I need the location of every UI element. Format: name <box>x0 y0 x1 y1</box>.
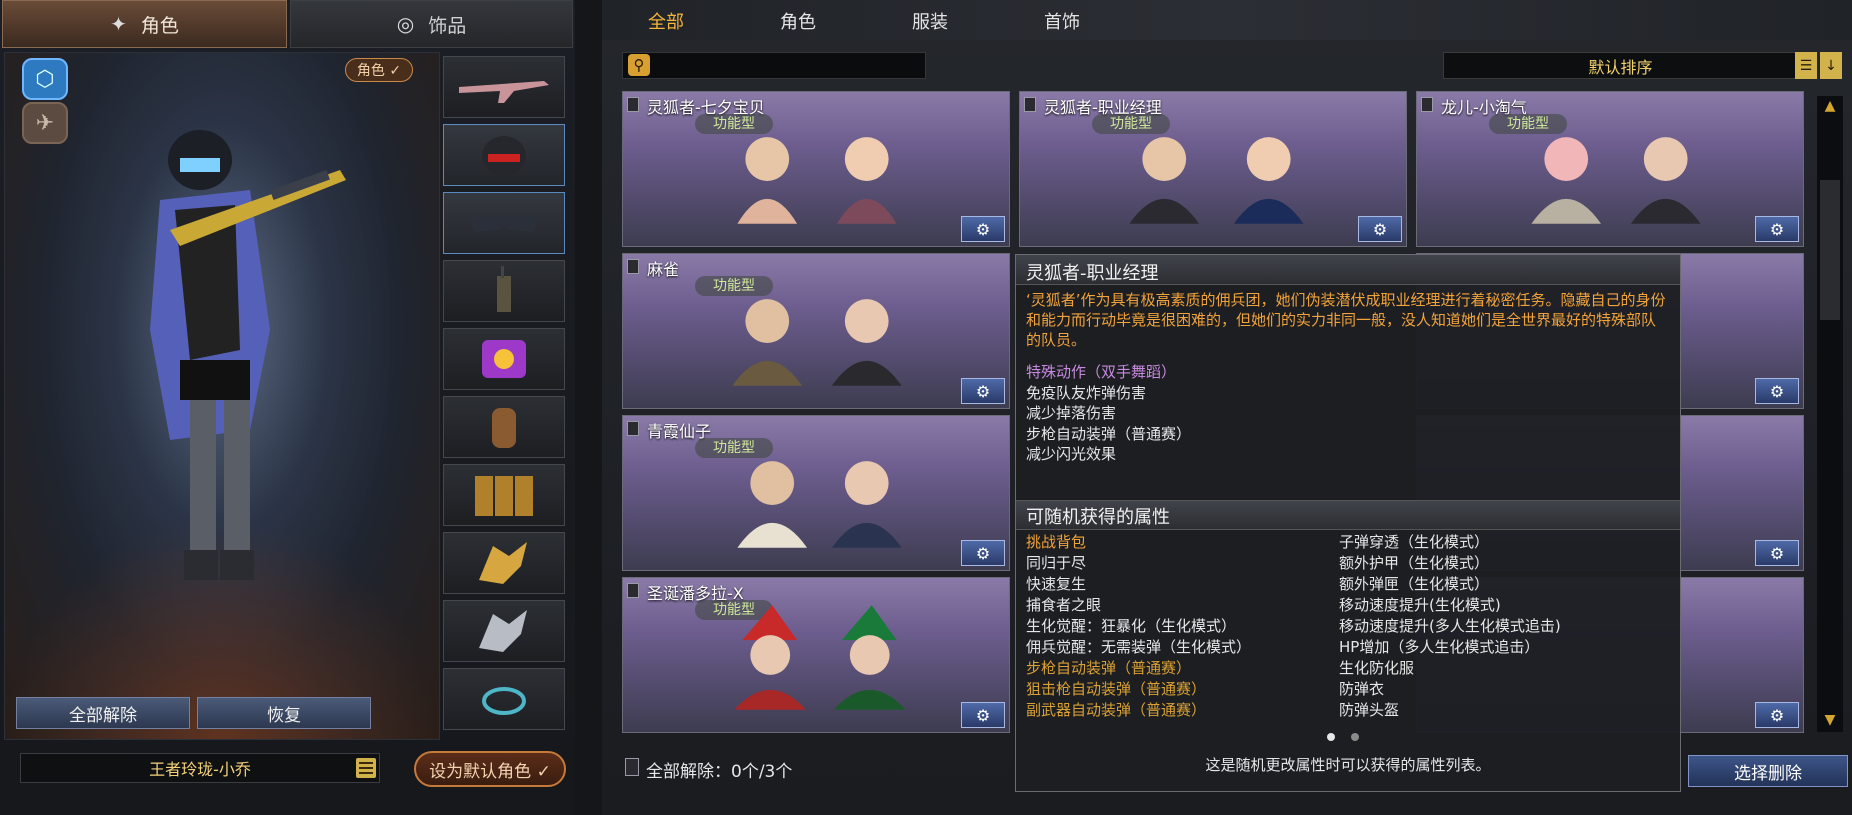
role-badge: 角色 ✓ <box>345 58 413 82</box>
random-attr-item: 挑战背包 <box>1026 533 1087 551</box>
bookmark-icon <box>625 758 639 776</box>
unequip-count-status: 全部解除：0个/3个 <box>646 762 793 782</box>
random-attr-item: 步枪自动装弹（普通赛） <box>1026 659 1192 677</box>
settings-button[interactable]: ⚙ <box>961 216 1005 242</box>
random-attr-item: 捕食者之眼 <box>1026 596 1102 614</box>
scroll-up-arrow-icon[interactable]: ▲ <box>1820 96 1840 116</box>
set-default-role-button[interactable]: 设为默认角色 ✓ <box>414 751 566 787</box>
ring-icon: ◎ <box>396 12 415 36</box>
random-attr-item: 额外护甲（生化模式） <box>1339 554 1490 572</box>
tooltip-title: 灵狐者-职业经理 <box>1026 263 1159 284</box>
page-dot[interactable] <box>1351 733 1359 741</box>
random-attr-title: 可随机获得的属性 <box>1026 507 1170 528</box>
settings-button[interactable]: ⚙ <box>961 540 1005 566</box>
mode-icon-eagle[interactable]: ✈ <box>22 102 68 144</box>
special-action: 特殊动作（双手舞蹈） <box>1026 363 1177 381</box>
character-portrait <box>1531 137 1701 224</box>
slot-gold-wolf[interactable] <box>443 532 565 594</box>
bookmark-icon[interactable] <box>627 421 639 436</box>
feature-item: 减少掉落伤害 <box>1026 404 1117 422</box>
character-portrait <box>1129 137 1304 224</box>
unequip-all-button[interactable]: 全部解除 <box>16 697 190 729</box>
tab-all[interactable]: 全部 <box>648 8 684 34</box>
random-attr-item: 同归于尽 <box>1026 554 1087 572</box>
role-icon: ✦ <box>110 12 127 36</box>
settings-button[interactable]: ⚙ <box>1755 540 1799 566</box>
random-attr-item: HP增加（多人生化模式追击） <box>1339 638 1540 656</box>
tab-clothing[interactable]: 服装 <box>912 8 948 34</box>
tab-role[interactable]: ✦ 角色 <box>2 0 287 48</box>
tab-accessory[interactable]: ◎ 饰品 <box>290 0 573 48</box>
list-menu-icon[interactable] <box>356 758 376 778</box>
settings-button[interactable]: ⚙ <box>1755 378 1799 404</box>
feature-item: 步枪自动装弹（普通赛） <box>1026 425 1192 443</box>
random-attr-item: 子弹穿透（生化模式） <box>1339 533 1490 551</box>
bookmark-icon[interactable] <box>1421 97 1433 112</box>
settings-button[interactable]: ⚙ <box>961 378 1005 404</box>
bookmark-icon[interactable] <box>627 97 639 112</box>
settings-button[interactable]: ⚙ <box>1755 216 1799 242</box>
random-attrs-right: 子弹穿透（生化模式） 额外护甲（生化模式） 额外弹匣（生化模式） 移动速度提升(生化模… <box>1339 532 1561 721</box>
slot-ammo-pouch[interactable] <box>443 464 565 526</box>
list-view-icon[interactable]: ☰ <box>1795 52 1817 79</box>
random-attr-item: 生化觉醒：狂暴化（生化模式） <box>1026 617 1237 635</box>
slot-silver-wolf[interactable] <box>443 600 565 662</box>
random-attr-item: 狙击枪自动装弹（普通赛） <box>1026 680 1207 698</box>
search-input[interactable] <box>622 52 926 79</box>
character-portrait <box>737 137 897 224</box>
tab-role-filter[interactable]: 角色 <box>780 8 816 34</box>
search-icon[interactable]: ⚲ <box>628 54 650 76</box>
feature-item: 减少闪光效果 <box>1026 445 1117 463</box>
settings-button[interactable]: ⚙ <box>1755 702 1799 728</box>
random-attr-item: 防弹衣 <box>1339 680 1385 698</box>
character-portrait <box>737 461 902 548</box>
page-dot-active[interactable] <box>1327 733 1335 741</box>
slot-rifle[interactable] <box>443 56 565 118</box>
scroll-down-arrow-icon[interactable]: ▼ <box>1820 710 1840 730</box>
scrollbar-thumb[interactable] <box>1820 180 1840 320</box>
random-attr-item: 额外弹匣（生化模式） <box>1339 575 1490 593</box>
tooltip-footer: 这是随机更改属性时可以获得的属性列表。 <box>1205 756 1491 774</box>
bookmark-icon[interactable] <box>1024 97 1036 112</box>
sort-select[interactable]: 默认排序 <box>1443 52 1798 79</box>
card-item[interactable]: 青霞仙子 功能型 ⚙ <box>622 415 1010 571</box>
random-attr-item: 快速复生 <box>1026 575 1087 593</box>
tab-accessory-label: 饰品 <box>428 14 467 37</box>
slot-ring[interactable] <box>443 668 565 730</box>
bookmark-icon[interactable] <box>627 259 639 274</box>
tab-jewelry[interactable]: 首饰 <box>1044 8 1080 34</box>
card-item[interactable]: 麻雀 功能型 ⚙ <box>622 253 1010 409</box>
tooltip-description: ‘灵狐者’作为具有极高素质的佣兵团，她们伪装潜伏成职业经理进行着秘密任务。隐藏自… <box>1026 291 1666 349</box>
random-attrs-left: 挑战背包同归于尽快速复生捕食者之眼生化觉醒：狂暴化（生化模式） 佣兵觉醒：无需装弹… <box>1026 532 1251 721</box>
card-item[interactable]: 圣诞潘多拉-X 功能型 ⚙ <box>622 577 1010 733</box>
slot-helmet[interactable] <box>443 124 565 186</box>
bookmark-icon[interactable] <box>627 583 639 598</box>
sort-direction-icon[interactable]: ↓ <box>1820 52 1842 79</box>
card-item[interactable]: 灵狐者-职业经理 功能型 ⚙ <box>1019 91 1407 247</box>
select-delete-button[interactable]: 选择删除 <box>1688 755 1848 787</box>
mode-icon-blue[interactable]: ⬡ <box>22 58 68 100</box>
random-attr-item: 生化防化服 <box>1339 659 1415 677</box>
slot-goggles[interactable] <box>443 192 565 254</box>
slot-radio[interactable] <box>443 260 565 322</box>
random-attr-item: 防弹头盔 <box>1339 701 1400 719</box>
character-figure <box>150 130 346 580</box>
feature-item: 免疫队友炸弹伤害 <box>1026 384 1147 402</box>
random-attr-item: 副武器自动装弹（普通赛） <box>1026 701 1207 719</box>
tab-role-label: 角色 <box>140 14 179 37</box>
slot-backpack[interactable] <box>443 396 565 458</box>
random-attr-item: 移动速度提升(生化模式) <box>1339 596 1501 614</box>
random-attr-item: 佣兵觉醒：无需装弹（生化模式） <box>1026 638 1252 656</box>
restore-button[interactable]: 恢复 <box>197 697 371 729</box>
character-name-select[interactable]: 王者玲珑-小乔 <box>20 753 380 783</box>
card-item[interactable]: 灵狐者-七夕宝贝 功能型 ⚙ <box>622 91 1010 247</box>
card-item[interactable]: 龙儿-小淘气 功能型 ⚙ <box>1416 91 1804 247</box>
settings-button[interactable]: ⚙ <box>961 702 1005 728</box>
settings-button[interactable]: ⚙ <box>1358 216 1402 242</box>
random-attr-item: 移动速度提升(多人生化模式追击) <box>1339 617 1561 635</box>
slot-chest[interactable] <box>443 328 565 390</box>
character-portrait <box>732 299 902 386</box>
character-portrait <box>734 605 906 710</box>
